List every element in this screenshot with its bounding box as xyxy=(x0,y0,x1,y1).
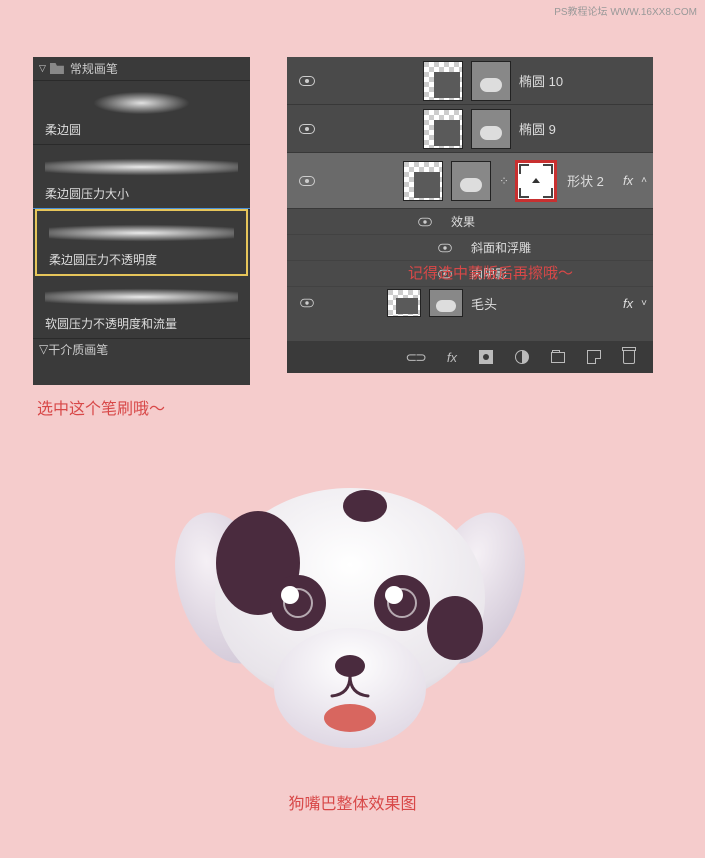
layers-footer: ⊂⊃ fx xyxy=(287,341,653,373)
vector-mask-thumbnail[interactable] xyxy=(471,109,511,149)
visibility-icon[interactable] xyxy=(418,217,432,226)
layer-name: 椭圆 9 xyxy=(519,119,653,138)
watermark: PS教程论坛 WWW.16XX8.COM xyxy=(554,3,697,18)
brush-label: 柔边圆压力大小 xyxy=(33,185,250,209)
layer-row[interactable]: 毛头 fx ˅ xyxy=(287,287,653,319)
layer-row[interactable]: 椭圆 9 xyxy=(287,105,653,153)
brush-panel: ▽ 常规画笔 柔边圆 柔边圆压力大小 柔边圆压力不透明度 软圆压力不透明度和流量… xyxy=(33,57,250,385)
brush-item[interactable]: 柔边圆 xyxy=(33,85,250,145)
brush-item-selected[interactable]: 柔边圆压力不透明度 xyxy=(35,209,248,276)
chevron-down-icon: ▽ xyxy=(39,342,48,356)
link-icon[interactable]: ⁘ xyxy=(499,174,509,188)
visibility-icon[interactable] xyxy=(299,76,315,86)
brush-preview xyxy=(49,215,234,251)
layer-thumbnail[interactable] xyxy=(423,109,463,149)
effect-item[interactable]: 斜面和浮雕 xyxy=(287,235,653,261)
brush-group-footer[interactable]: ▽ 干介质画笔 xyxy=(33,339,250,359)
fx-badge: fx xyxy=(623,296,633,311)
brush-preview xyxy=(45,149,238,185)
brush-group-header[interactable]: ▽ 常规画笔 xyxy=(33,57,250,81)
brush-label: 柔边圆 xyxy=(33,121,250,144)
layer-row-selected[interactable]: ⁘ 形状 2 fx ˄ xyxy=(287,153,653,209)
link-layers-icon[interactable]: ⊂⊃ xyxy=(405,349,424,366)
brush-footer-label: 干介质画笔 xyxy=(48,341,108,358)
layers-annotation: 记得选中蒙版后再擦哦～ xyxy=(408,262,573,283)
new-group-icon[interactable] xyxy=(551,352,565,363)
delete-layer-icon[interactable] xyxy=(623,350,635,364)
new-layer-icon[interactable] xyxy=(587,350,601,364)
chevron-up-icon[interactable]: ˄ xyxy=(641,175,647,186)
layer-name: 毛头 xyxy=(471,294,623,313)
brush-annotation: 选中这个笔刷哦～ xyxy=(37,395,165,419)
effect-name: 斜面和浮雕 xyxy=(471,239,531,256)
fx-badge: fx xyxy=(623,173,633,188)
brush-group-label: 常规画笔 xyxy=(70,60,118,77)
layer-mask-thumbnail[interactable] xyxy=(515,160,557,202)
layer-thumbnail[interactable] xyxy=(423,61,463,101)
layer-thumbnail[interactable] xyxy=(387,289,421,317)
layer-name: 形状 2 xyxy=(567,171,623,190)
layer-style-icon[interactable]: fx xyxy=(447,350,457,365)
brush-label: 软圆压力不透明度和流量 xyxy=(33,315,250,338)
brush-item[interactable]: 软圆压力不透明度和流量 xyxy=(33,279,250,339)
visibility-icon[interactable] xyxy=(299,124,315,134)
brush-label: 柔边圆压力不透明度 xyxy=(37,251,246,274)
effects-label: 效果 xyxy=(451,213,475,230)
layer-thumbnail[interactable] xyxy=(403,161,443,201)
dog-illustration xyxy=(170,468,530,768)
vector-mask-thumbnail[interactable] xyxy=(451,161,491,201)
layer-row[interactable]: 椭圆 10 xyxy=(287,57,653,105)
adjustment-layer-icon[interactable] xyxy=(515,350,529,364)
dog-caption: 狗嘴巴整体效果图 xyxy=(0,790,705,814)
chevron-down-icon: ▽ xyxy=(39,63,46,74)
effects-header[interactable]: 效果 xyxy=(287,209,653,235)
add-mask-icon[interactable] xyxy=(479,350,493,364)
chevron-down-icon[interactable]: ˅ xyxy=(641,298,647,309)
brush-preview xyxy=(45,279,238,315)
visibility-icon[interactable] xyxy=(299,176,315,186)
layer-name: 椭圆 10 xyxy=(519,71,653,90)
brush-preview xyxy=(45,85,238,121)
vector-mask-thumbnail[interactable] xyxy=(429,289,463,317)
folder-icon xyxy=(50,63,64,74)
visibility-icon[interactable] xyxy=(300,299,314,308)
vector-mask-thumbnail[interactable] xyxy=(471,61,511,101)
visibility-icon[interactable] xyxy=(438,243,452,252)
layers-panel: 椭圆 10 椭圆 9 ⁘ 形状 2 fx ˄ 效果 斜面和浮雕 内阴影 xyxy=(287,57,653,373)
brush-item[interactable]: 柔边圆压力大小 xyxy=(33,149,250,210)
